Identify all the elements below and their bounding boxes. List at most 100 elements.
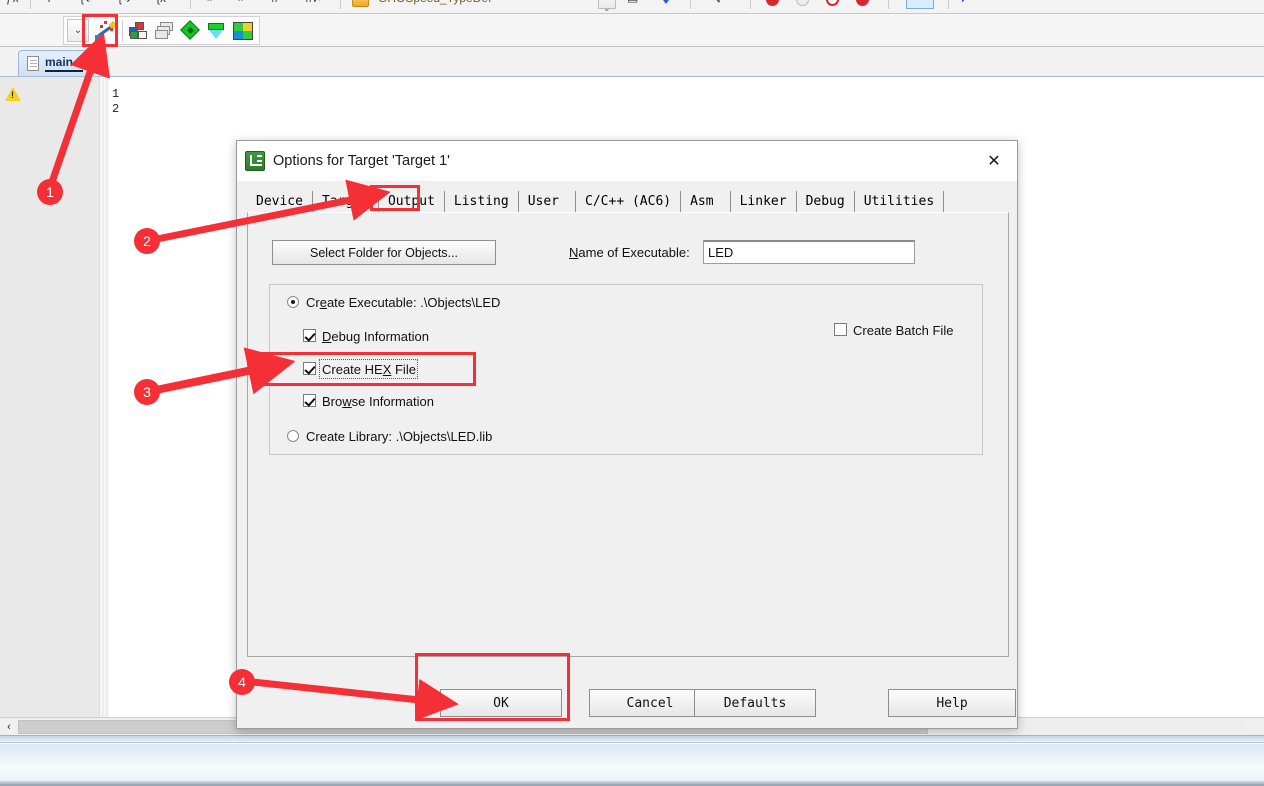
tab-asm[interactable]: Asm	[681, 191, 731, 212]
toolbar-glyph-bracex[interactable]: {x	[156, 0, 166, 5]
create-executable-radio[interactable]	[287, 296, 299, 308]
cancel-button[interactable]: Cancel	[589, 689, 711, 717]
project-combo-text[interactable]: GHOSpeed_TypeDef	[378, 0, 491, 5]
create-library-label: Create Library: .\Objects\LED.lib	[306, 429, 493, 444]
configuration-wizard-button[interactable]	[204, 18, 230, 43]
ce-post: ate Executable: .\Objects\LED	[326, 295, 501, 310]
green-diamond-icon	[180, 19, 200, 40]
status-bar	[0, 743, 1264, 786]
create-batch-file-label: Create Batch File	[853, 323, 954, 338]
tab-debug[interactable]: Debug	[796, 191, 855, 212]
upper-toolbar-row: ƒx ↰ {↲ {↳ {x ⇥ ⇤ //– //✗ GHOSpeed_TypeD…	[0, 0, 1264, 14]
funnel-icon	[207, 22, 227, 40]
app-root: ƒx ↰ {↲ {↳ {x ⇥ ⇤ //– //✗ GHOSpeed_TypeD…	[0, 0, 1264, 786]
breakpoint-kill-icon[interactable]	[826, 0, 839, 6]
debug-information-checkbox[interactable]	[303, 329, 316, 342]
name-of-executable-label: Name of Executable:	[569, 245, 690, 260]
close-icon[interactable]: ✕	[971, 141, 1017, 180]
toolbar-glyph-brace1[interactable]: {↲	[80, 0, 94, 5]
browse-information-label: Browse Information	[322, 394, 434, 409]
create-executable-label: Create Executable: .\Objects\LED	[306, 295, 500, 310]
combo-dropdown-button[interactable]: ⌄	[598, 0, 616, 13]
code-line-number-2: 2	[112, 102, 120, 116]
tab-target[interactable]: Target	[312, 191, 379, 212]
search-icon[interactable]: 🔍	[706, 0, 721, 3]
toolbar-glyph-indent2[interactable]: ⇤	[238, 0, 248, 5]
code-line-number-1: 1	[112, 87, 120, 101]
batch-build-button[interactable]	[152, 18, 178, 43]
tab-device[interactable]: Device	[247, 191, 313, 212]
watch-window-icon[interactable]: ◤	[962, 0, 971, 4]
tab-c-cpp-ac6[interactable]: C/C++ (AC6)	[576, 191, 682, 212]
main-toolbar: ⌄	[0, 14, 1264, 47]
defaults-button[interactable]: Defaults	[694, 689, 816, 717]
breakpoint-disable-icon[interactable]	[796, 0, 809, 6]
name-of-executable-input[interactable]	[703, 240, 915, 264]
toolbar-glyph-arrow[interactable]: ↰	[42, 0, 52, 5]
dialog-title-bar: Options for Target 'Target 1' ✕	[237, 141, 1017, 181]
magic-wand-icon	[95, 20, 118, 41]
breakpoint-insert-icon[interactable]	[766, 0, 779, 6]
toolbar-button-group: ⌄	[63, 16, 260, 45]
warning-triangle-icon	[5, 87, 21, 101]
target-select-dropdown[interactable]: ⌄	[67, 19, 89, 42]
help-label: Help	[936, 695, 968, 711]
folder-icon[interactable]	[352, 0, 369, 7]
editor-tab-main-c[interactable]: main.c	[18, 50, 95, 76]
ok-label: OK	[493, 695, 509, 711]
tab-linker[interactable]: Linker	[730, 191, 797, 212]
colored-book-icon	[233, 21, 253, 40]
editor-fold-strip	[100, 77, 109, 717]
editor-tab-bar: main.c	[0, 47, 1264, 77]
annotation-badge-3: 3	[134, 379, 160, 405]
debug-information-label: Debug Information	[322, 329, 429, 344]
editor-gutter	[0, 77, 100, 717]
stacked-windows-icon	[155, 21, 175, 40]
create-hex-file-checkbox[interactable]	[303, 362, 316, 375]
defaults-label: Defaults	[723, 695, 787, 711]
hex-post: File	[391, 362, 416, 377]
tab-output[interactable]: Output	[378, 191, 445, 212]
tab-user[interactable]: User	[518, 191, 577, 212]
help-button[interactable]: Help	[888, 689, 1016, 717]
tab-listing[interactable]: Listing	[444, 191, 519, 212]
ok-button[interactable]: OK	[440, 689, 562, 717]
create-library-radio[interactable]	[287, 430, 299, 442]
di-mnemonic: D	[322, 329, 332, 344]
editor-tab-label: main.c	[45, 55, 84, 72]
bi-post: se Information	[351, 394, 434, 409]
cancel-label: Cancel	[626, 695, 674, 711]
toolbar-glyph-slash2[interactable]: //✗	[306, 0, 323, 5]
toolbar-glyph-fx[interactable]: ƒx	[6, 0, 19, 5]
memory-window-button[interactable]	[906, 0, 934, 9]
chevron-down-icon: ⌄	[73, 25, 83, 36]
breakpoint-disable-all-icon[interactable]	[856, 0, 869, 6]
toolbar-glyph-slash1[interactable]: //–	[272, 0, 285, 5]
manage-project-items-button[interactable]	[126, 18, 152, 43]
name-exec-text: ame of Executable:	[578, 245, 690, 260]
blue-down-triangle-icon[interactable]	[660, 0, 672, 4]
toolbar-glyph-indent1[interactable]: ⇥	[202, 0, 212, 5]
toolbar-divider	[122, 19, 123, 42]
name-exec-mnemonic: N	[569, 245, 579, 260]
bi-mnemonic: w	[342, 394, 352, 409]
create-hex-file-label: Create HEX File	[322, 362, 416, 377]
dialog-title: Options for Target 'Target 1'	[273, 153, 450, 169]
scroll-left-arrow-icon[interactable]: ‹	[0, 718, 18, 736]
create-batch-file-checkbox[interactable]	[834, 323, 847, 336]
browse-code-icon[interactable]: ▤	[627, 0, 638, 4]
document-icon	[27, 56, 39, 71]
dialog-tab-strip: Device Target Output Listing User C/C++ …	[247, 191, 1009, 212]
select-folder-for-objects-button[interactable]: Select Folder for Objects...	[272, 240, 496, 265]
pack-installer-button[interactable]	[230, 18, 256, 43]
toolbar-glyph-brace2[interactable]: {↳	[118, 0, 132, 5]
options-for-target-button[interactable]	[93, 18, 119, 43]
keil-uvision-logo-icon	[245, 151, 265, 171]
select-folder-label: Select Folder for Objects...	[310, 245, 458, 260]
annotation-badge-4: 4	[229, 669, 255, 695]
bi-pre: Bro	[322, 394, 343, 409]
start-debug-button[interactable]	[178, 18, 204, 43]
browse-information-checkbox[interactable]	[303, 394, 316, 407]
ce-mnemonic: e	[319, 295, 327, 310]
tab-utilities[interactable]: Utilities	[854, 191, 945, 212]
